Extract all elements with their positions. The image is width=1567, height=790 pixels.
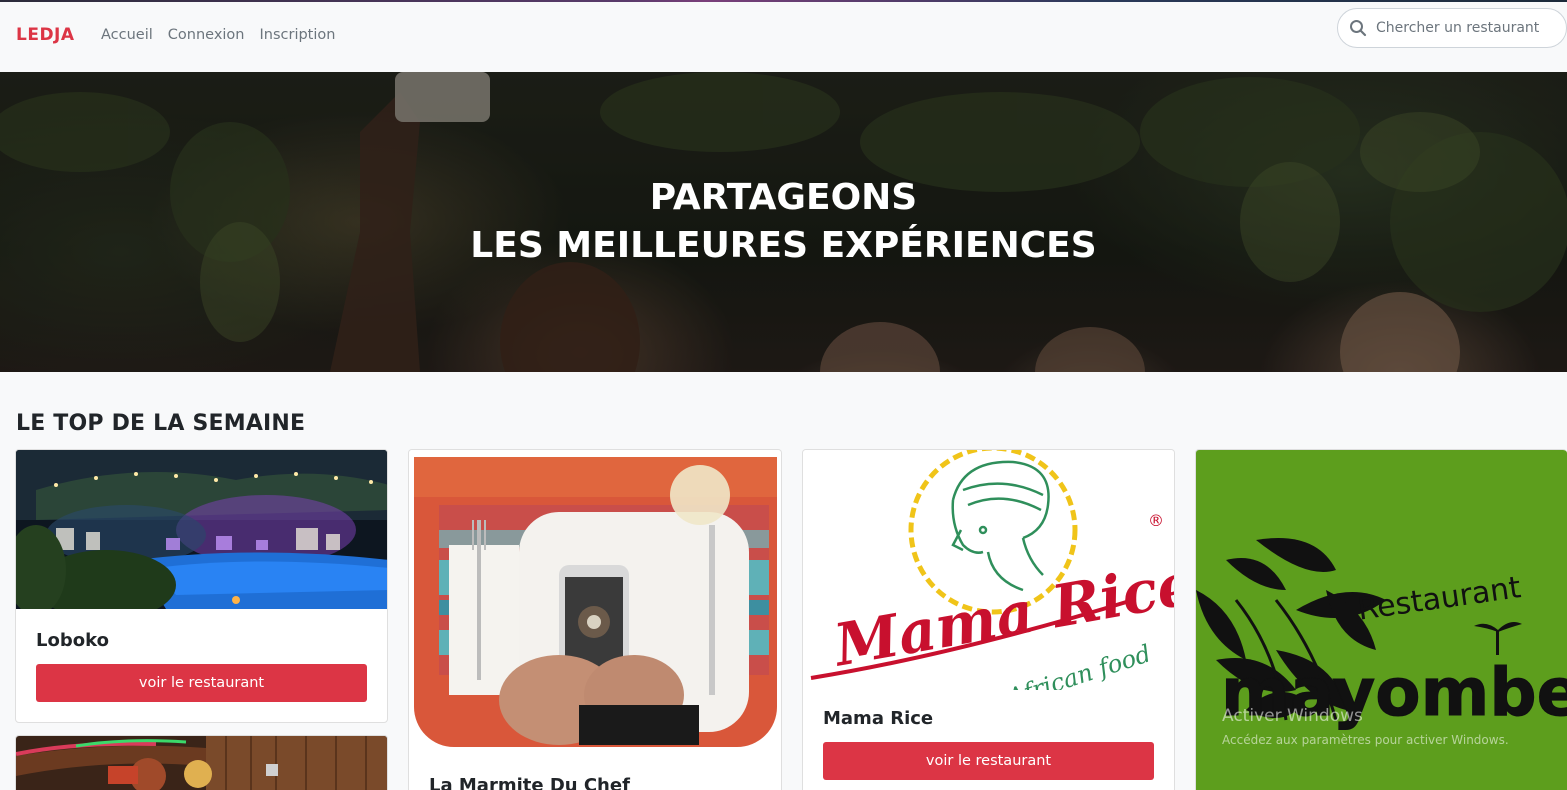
restaurant-name: Mama Rice [823, 708, 934, 729]
restaurant-image-mama-rice[interactable]: ® Mama Rice African food [803, 450, 1174, 690]
hero-title-line1: PARTAGEONS [649, 177, 918, 218]
registered-mark: ® [1148, 511, 1164, 530]
restaurant-card-mama-rice: ® Mama Rice African food Mama Rice voir … [802, 449, 1175, 790]
search-icon [1348, 18, 1368, 38]
search-box[interactable] [1337, 8, 1567, 48]
view-restaurant-button[interactable]: voir le restaurant [36, 664, 367, 702]
restaurant-card-row2 [15, 735, 388, 790]
restaurant-name: Loboko [36, 630, 109, 651]
os-activation-watermark-title: Activer Windows [1222, 706, 1363, 726]
brand-logo[interactable]: LEDJA [16, 25, 75, 45]
hero-banner: PARTAGEONS LES MEILLEURES EXPÉRIENCES [0, 72, 1567, 372]
restaurant-image-la-marmite-du-chef[interactable] [409, 450, 781, 755]
nav-links: Accueil Connexion Inscription [101, 27, 350, 43]
nav-link-inscription[interactable]: Inscription [260, 27, 336, 43]
restaurant-image-loboko[interactable] [16, 450, 387, 609]
nav-link-accueil[interactable]: Accueil [101, 27, 153, 43]
os-activation-watermark-subtitle: Accédez aux paramètres pour activer Wind… [1222, 733, 1509, 747]
section-title: LE TOP DE LA SEMAINE [16, 411, 306, 436]
restaurant-card-la-marmite-du-chef: La Marmite Du Chef [408, 449, 782, 790]
restaurant-name: La Marmite Du Chef [429, 775, 630, 790]
restaurant-image-row2[interactable] [16, 736, 387, 790]
search-input[interactable] [1376, 20, 1556, 36]
navbar: LEDJA Accueil Connexion Inscription [0, 2, 1567, 72]
hero-title-line2: LES MEILLEURES EXPÉRIENCES [470, 225, 1097, 266]
nav-link-connexion[interactable]: Connexion [168, 27, 245, 43]
view-restaurant-button[interactable]: voir le restaurant [823, 742, 1154, 780]
restaurant-card-loboko: Loboko voir le restaurant [15, 449, 388, 723]
